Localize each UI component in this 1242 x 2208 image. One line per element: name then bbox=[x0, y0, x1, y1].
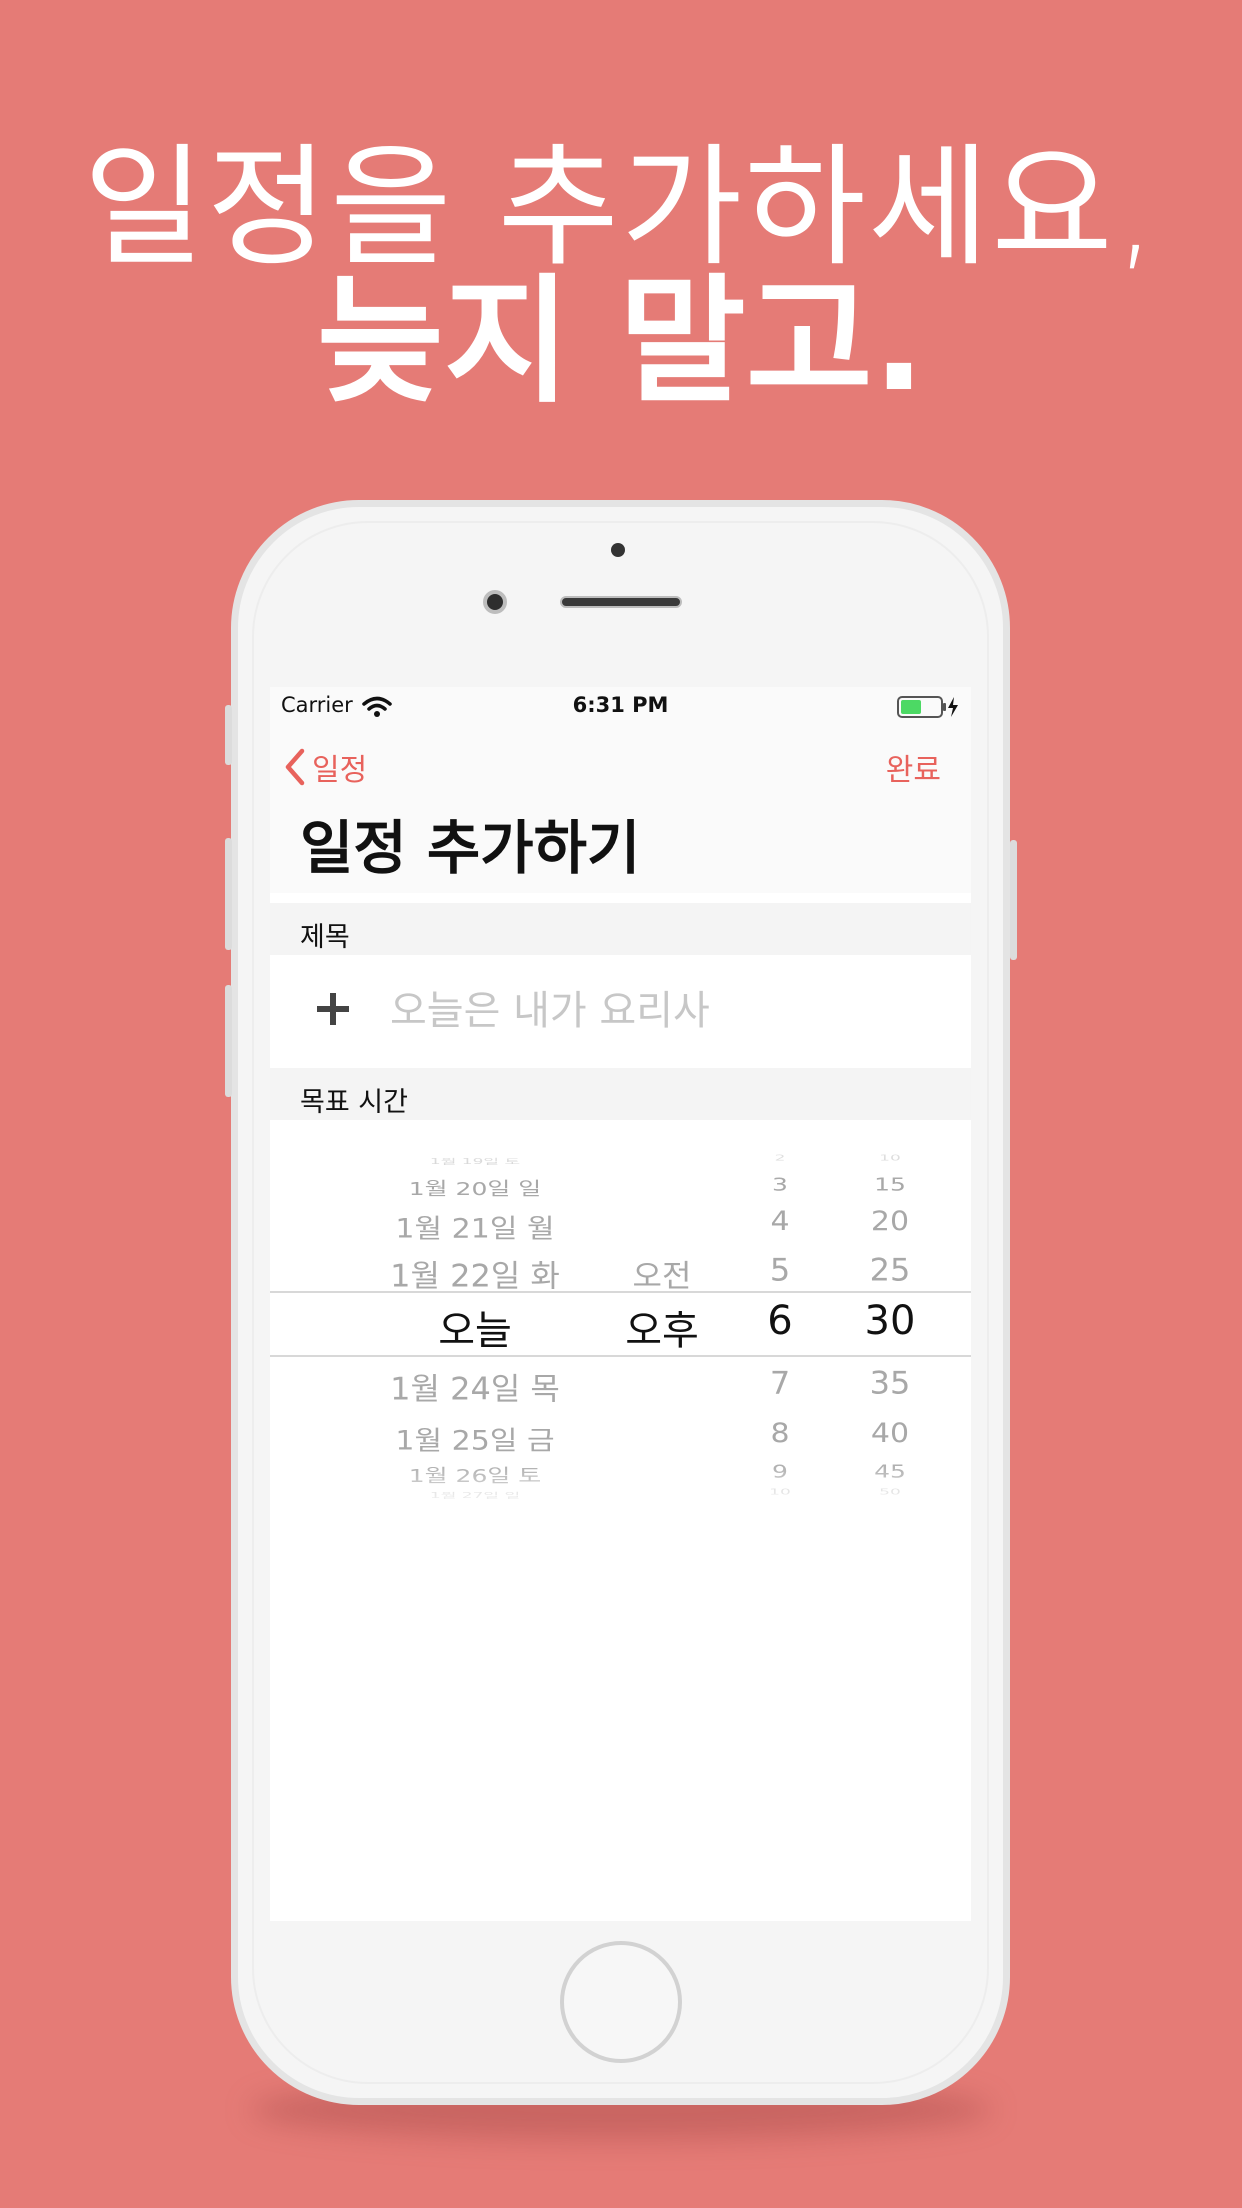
picker-ampm-selected[interactable]: 오후 bbox=[602, 1298, 722, 1356]
status-bar: Carrier 6:31 PM bbox=[270, 687, 971, 727]
picker-minute-option[interactable]: 35 bbox=[840, 1365, 940, 1401]
picker-hour-option[interactable]: 10 bbox=[740, 1488, 820, 1497]
volume-down-button bbox=[225, 985, 232, 1097]
volume-up-button bbox=[225, 838, 232, 950]
status-time: 6:31 PM bbox=[572, 693, 669, 717]
home-button[interactable] bbox=[560, 1941, 682, 2063]
section-header-title-label: 제목 bbox=[300, 922, 350, 953]
navigation-bar: 일정 완료 bbox=[270, 727, 971, 807]
picker-hour-option[interactable]: 8 bbox=[740, 1418, 820, 1449]
headline-line-2: 늦지 말고. bbox=[316, 261, 926, 422]
picker-date-selected[interactable]: 오늘 bbox=[360, 1298, 590, 1356]
picker-date-option[interactable]: 1월 26일 토 bbox=[360, 1462, 590, 1488]
picker-date-option[interactable]: 1월 19일 토 bbox=[360, 1155, 590, 1166]
picker-date-option[interactable]: 1월 22일 화 bbox=[360, 1252, 590, 1296]
title-input[interactable] bbox=[390, 985, 930, 1037]
picker-minute-option[interactable]: 10 bbox=[840, 1154, 940, 1163]
picker-date-option[interactable]: 1월 24일 목 bbox=[360, 1365, 590, 1409]
picker-column-date[interactable]: 1월 19일 토 1월 20일 일 1월 21일 월 1월 22일 화 오늘 1… bbox=[360, 1120, 590, 1520]
done-button[interactable]: 완료 bbox=[886, 727, 941, 807]
section-header-target-time-label: 목표 시간 bbox=[300, 1087, 408, 1118]
picker-date-option[interactable]: 1월 27일 일 bbox=[360, 1489, 590, 1500]
picker-minute-selected[interactable]: 30 bbox=[840, 1298, 940, 1344]
proximity-sensor bbox=[483, 590, 507, 614]
back-button[interactable]: 일정 bbox=[284, 727, 367, 807]
picker-hour-option[interactable]: 2 bbox=[740, 1154, 820, 1163]
picker-column-ampm[interactable]: 오전 오후 bbox=[602, 1120, 722, 1520]
section-header-target-time: 목표 시간 bbox=[270, 1068, 971, 1120]
picker-minute-option[interactable]: 20 bbox=[840, 1206, 940, 1237]
picker-minute-option[interactable]: 50 bbox=[840, 1488, 940, 1497]
picker-minute-option[interactable]: 25 bbox=[840, 1252, 940, 1288]
page-title: 일정 추가하기 bbox=[300, 814, 641, 882]
mute-switch bbox=[225, 705, 232, 765]
picker-hour-option[interactable]: 9 bbox=[740, 1461, 820, 1482]
chevron-left-icon bbox=[285, 748, 305, 786]
earpiece-speaker bbox=[560, 596, 682, 608]
picker-hour-option[interactable]: 7 bbox=[740, 1365, 820, 1401]
picker-hour-selected[interactable]: 6 bbox=[740, 1298, 820, 1344]
picker-hour-option[interactable]: 3 bbox=[740, 1174, 820, 1195]
power-button bbox=[1010, 840, 1017, 960]
picker-minute-option[interactable]: 40 bbox=[840, 1418, 940, 1449]
battery-icon bbox=[897, 696, 958, 718]
picker-column-minute[interactable]: 10 15 20 25 30 35 40 45 50 bbox=[840, 1120, 940, 1520]
front-camera bbox=[611, 543, 625, 557]
picker-minute-option[interactable]: 15 bbox=[840, 1174, 940, 1195]
picker-hour-option[interactable]: 5 bbox=[740, 1252, 820, 1288]
plus-icon[interactable] bbox=[315, 991, 351, 1027]
picker-ampm-option[interactable]: 오전 bbox=[602, 1252, 722, 1296]
picker-date-option[interactable]: 1월 20일 일 bbox=[360, 1175, 590, 1201]
picker-hour-option[interactable]: 4 bbox=[740, 1206, 820, 1237]
picker-date-option[interactable]: 1월 21일 월 bbox=[360, 1207, 590, 1246]
phone-screen: Carrier 6:31 PM 일정 완료 일정 추가하기 제목 오늘은 내가 … bbox=[270, 687, 971, 1921]
title-input-row bbox=[270, 955, 971, 1068]
picker-date-option[interactable]: 1월 25일 금 bbox=[360, 1419, 590, 1458]
date-time-picker[interactable]: 1월 19일 토 1월 20일 일 1월 21일 월 1월 22일 화 오늘 1… bbox=[270, 1120, 971, 1520]
picker-minute-option[interactable]: 45 bbox=[840, 1461, 940, 1482]
section-header-title: 제목 bbox=[270, 903, 971, 955]
picker-column-hour[interactable]: 2 3 4 5 6 7 8 9 10 bbox=[740, 1120, 820, 1520]
back-button-label: 일정 bbox=[312, 753, 368, 788]
